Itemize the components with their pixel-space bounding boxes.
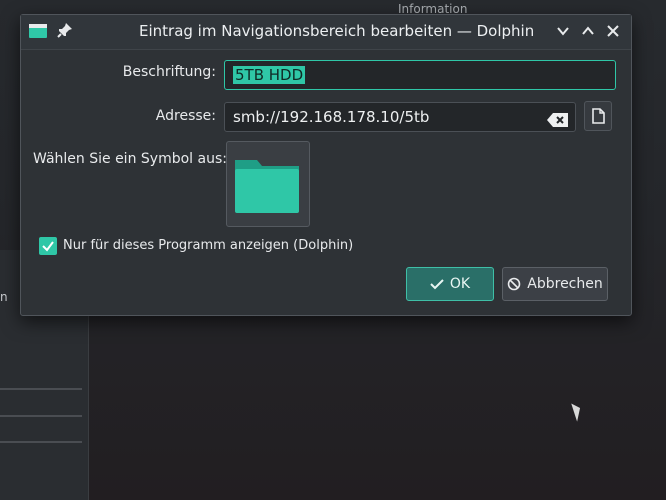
document-icon [592, 108, 605, 124]
cancel-button[interactable]: Abbrechen [502, 267, 608, 301]
address-input[interactable]: smb://192.168.178.10/5tb [224, 102, 576, 132]
caption-label: Beschriftung: [122, 64, 216, 80]
address-label: Adresse: [155, 108, 216, 124]
pin-icon[interactable] [57, 22, 73, 40]
places-divider [0, 388, 82, 390]
clear-text-icon[interactable] [546, 110, 570, 130]
checkmark-icon [430, 279, 444, 290]
only-this-app-label: Nur für dieses Programm anzeigen (Dolphi… [63, 238, 354, 253]
folder-icon [29, 23, 47, 39]
dialog-title: Eintrag im Navigationsbereich bearbeiten… [139, 22, 535, 40]
minimize-icon[interactable] [554, 22, 572, 40]
dialog-titlebar[interactable]: Eintrag im Navigationsbereich bearbeiten… [21, 15, 631, 50]
ok-button-label: OK [449, 276, 471, 292]
close-icon[interactable] [604, 22, 622, 40]
folder-icon [235, 160, 299, 213]
symbol-label: Wählen Sie ein Symbol aus: [33, 151, 227, 167]
edit-place-dialog: Eintrag im Navigationsbereich bearbeiten… [20, 14, 632, 316]
places-divider [0, 441, 82, 443]
caption-selected-text: 5TB HDD [233, 66, 306, 84]
browse-file-button[interactable] [584, 101, 612, 131]
cancel-button-label: Abbrechen [527, 276, 603, 292]
caption-input[interactable]: 5TB HDD [224, 60, 616, 90]
places-divider [0, 415, 82, 417]
maximize-icon[interactable] [579, 22, 597, 40]
cancel-icon [507, 277, 521, 291]
address-value: smb://192.168.178.10/5tb [233, 108, 430, 126]
symbol-picker-button[interactable] [226, 141, 310, 227]
ok-button[interactable]: OK [406, 267, 494, 301]
places-panel-text: n [0, 290, 8, 304]
only-this-app-checkbox[interactable] [39, 237, 57, 255]
checkmark-icon [42, 241, 54, 252]
